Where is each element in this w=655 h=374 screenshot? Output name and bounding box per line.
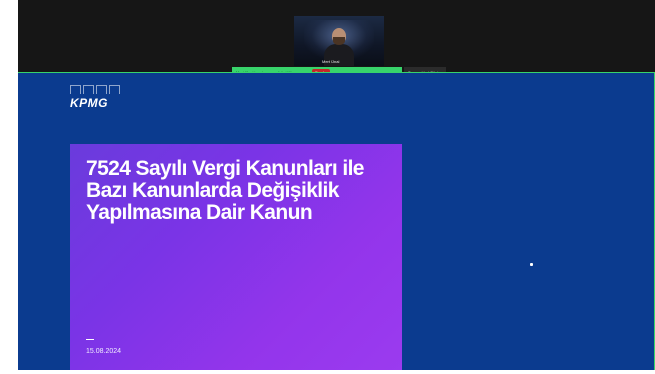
- logo-box: [109, 85, 120, 94]
- mouse-cursor-icon: [530, 263, 533, 266]
- participant-video-tile[interactable]: Mert Ünal: [294, 16, 384, 66]
- kpmg-logo-text: KPMG: [70, 96, 108, 110]
- logo-box: [96, 85, 107, 94]
- logo-box: [70, 85, 81, 94]
- slide-title: 7524 Sayılı Vergi Kanunları ile Bazı Kan…: [86, 157, 364, 224]
- participant-name: Mert Ünal: [322, 59, 340, 64]
- meeting-window: Mert Ünal Mert Ünal 'ın ekranını görüntü…: [18, 0, 655, 370]
- participant-beard: [333, 37, 345, 45]
- logo-box: [83, 85, 94, 94]
- kpmg-logo-boxes: [70, 85, 122, 95]
- title-divider: [86, 339, 94, 340]
- slide-date: 15.08.2024: [86, 348, 122, 355]
- screenshot-frame: Mert Ünal Mert Ünal 'ın ekranını görüntü…: [0, 0, 655, 374]
- shared-slide: KPMG 7524 Sayılı Vergi Kanunları ile Baz…: [18, 72, 655, 370]
- kpmg-logo: KPMG: [70, 85, 122, 111]
- slide-title-card: 7524 Sayılı Vergi Kanunları ile Bazı Kan…: [70, 144, 402, 370]
